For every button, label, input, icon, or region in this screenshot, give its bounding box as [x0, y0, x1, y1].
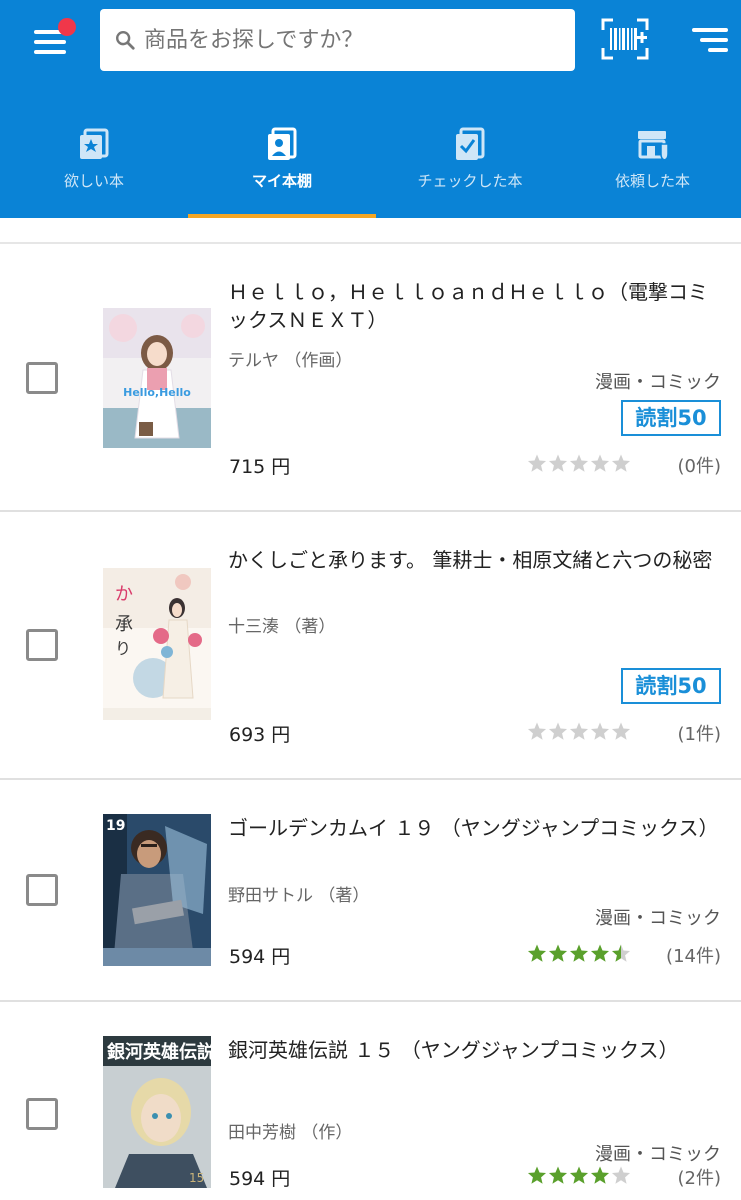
star-icon	[548, 1166, 568, 1184]
item-checkbox[interactable]	[26, 362, 58, 394]
star-icon	[590, 944, 610, 962]
notification-dot	[58, 18, 76, 36]
menu-button[interactable]	[28, 18, 76, 58]
app-header: 欲しい本 マイ本棚 チェックした本	[0, 0, 741, 218]
search-icon	[116, 31, 135, 50]
book-price: 594 円	[229, 1168, 291, 1190]
star-icon	[548, 722, 568, 740]
book-cover-image: 19	[103, 814, 211, 966]
book-title[interactable]: Ｈｅｌｌｏ，ＨｅｌｌｏａｎｄＨｅｌｌｏ（電撃コミックスＮＥＸＴ）	[228, 278, 718, 334]
review-count[interactable]: (14件)	[666, 942, 721, 968]
list-item: Hello,Hello Ｈｅｌｌｏ，ＨｅｌｌｏａｎｄＨｅｌｌｏ（電撃コミックスＮ…	[0, 244, 741, 512]
list-item: か 承 り かくしごと承ります。 筆耕士・相原文緒と六つの秘密 十三湊 （著） …	[0, 512, 741, 780]
book-category: 漫画・コミック	[595, 908, 721, 929]
bookshelf-icon	[268, 127, 297, 160]
star-icon	[611, 944, 631, 962]
svg-text:り: り	[115, 639, 131, 658]
list-item: 19 ゴールデンカムイ １９ （ヤングジャンプコミックス） 野田サトル （著） …	[0, 780, 741, 1002]
star-icon	[548, 944, 568, 962]
book-price: 594 円	[229, 946, 291, 968]
book-title[interactable]: ゴールデンカムイ １９ （ヤングジャンプコミックス）	[228, 814, 719, 842]
svg-text:15: 15	[189, 1171, 204, 1185]
book-author[interactable]: 田中芳樹 （作）	[228, 1118, 352, 1143]
star-icon	[611, 454, 631, 472]
rating-stars	[527, 722, 631, 740]
rating-stars	[527, 1166, 631, 1184]
star-icon	[527, 1166, 547, 1184]
tab-my-bookshelf[interactable]: マイ本棚	[188, 118, 376, 218]
svg-text:か: か	[115, 584, 133, 605]
rating-stars	[527, 454, 631, 472]
book-cover-image: か 承 り	[103, 568, 211, 720]
review-count[interactable]: (2件)	[678, 1164, 722, 1190]
star-icon	[590, 722, 610, 740]
star-icon	[611, 722, 631, 740]
star-icon	[569, 1166, 589, 1184]
book-category: 漫画・コミック	[595, 372, 721, 393]
star-icon	[590, 1166, 610, 1184]
tab-wishlist[interactable]: 欲しい本	[0, 118, 188, 218]
discount-badge: 読割50	[621, 668, 721, 704]
search-input[interactable]	[144, 27, 544, 53]
svg-text:承: 承	[115, 614, 133, 635]
active-tab-indicator	[188, 214, 376, 218]
star-icon	[548, 454, 568, 472]
star-icon	[590, 454, 610, 472]
book-category: 漫画・コミック	[595, 1144, 721, 1165]
requested-book-icon	[637, 131, 669, 161]
barcode-scan-icon[interactable]	[601, 18, 649, 60]
item-checkbox[interactable]	[26, 1098, 58, 1130]
book-author[interactable]: テルヤ （作画）	[228, 346, 352, 371]
book-cover-image: Hello,Hello	[103, 308, 211, 448]
rating-stars	[527, 944, 631, 962]
tab-bar: 欲しい本 マイ本棚 チェックした本 依頼した本	[0, 118, 741, 218]
star-icon	[569, 944, 589, 962]
list-item: 銀河英雄伝説 15 銀河英雄伝説 １５ （ヤングジャンプコミックス） 田中芳樹 …	[0, 1002, 741, 1200]
book-author[interactable]: 十三湊 （著）	[228, 612, 335, 637]
tab-checked-books[interactable]: チェックした本	[376, 118, 564, 218]
book-price: 715 円	[229, 456, 291, 478]
svg-text:19: 19	[106, 818, 125, 834]
book-title[interactable]: かくしごと承ります。 筆耕士・相原文緒と六つの秘密	[228, 546, 718, 574]
svg-text:銀河英雄伝説: 銀河英雄伝説	[107, 1041, 211, 1063]
star-icon	[569, 722, 589, 740]
sort-icon[interactable]	[690, 24, 730, 56]
star-icon	[527, 944, 547, 962]
book-price: 693 円	[229, 724, 291, 746]
tab-requested-books[interactable]: 依頼した本	[564, 118, 741, 218]
book-author[interactable]: 野田サトル （著）	[228, 881, 369, 906]
book-cover-image: 銀河英雄伝説 15	[103, 1036, 211, 1188]
review-count[interactable]: (1件)	[678, 720, 722, 746]
book-title[interactable]: 銀河英雄伝説 １５ （ヤングジャンプコミックス）	[228, 1036, 718, 1064]
wish-book-icon	[80, 128, 109, 159]
star-icon	[569, 454, 589, 472]
review-count[interactable]: (0件)	[678, 452, 722, 478]
item-checkbox[interactable]	[26, 874, 58, 906]
star-icon	[527, 454, 547, 472]
svg-text:Hello,Hello: Hello,Hello	[123, 386, 191, 399]
search-bar[interactable]	[100, 9, 575, 71]
star-icon	[611, 1166, 631, 1184]
checked-book-icon	[456, 127, 485, 160]
discount-badge: 読割50	[621, 400, 721, 436]
star-icon	[527, 722, 547, 740]
item-checkbox[interactable]	[26, 629, 58, 661]
